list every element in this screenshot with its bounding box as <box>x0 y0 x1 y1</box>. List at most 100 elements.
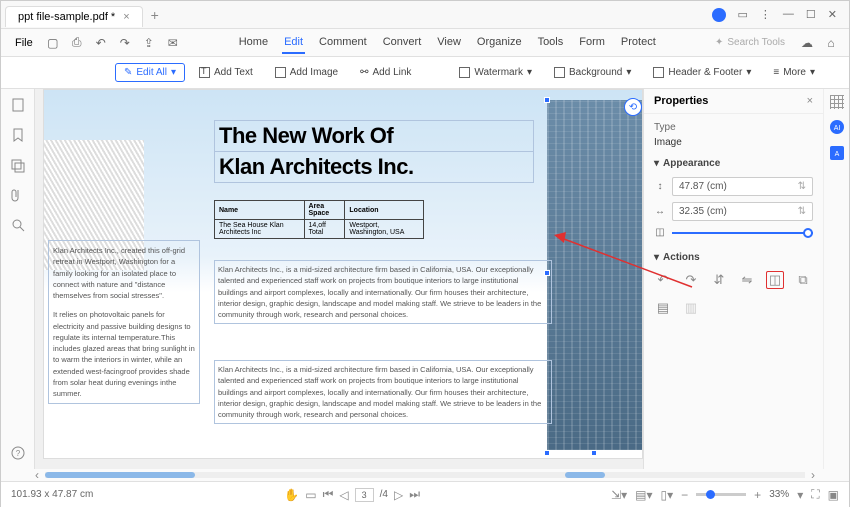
search-tools-input[interactable]: ✦ Search Tools <box>715 37 785 48</box>
cloud-icon[interactable]: ☁ <box>797 33 817 53</box>
close-tab-icon[interactable]: × <box>123 11 129 23</box>
stepper-icon[interactable]: ⇅ <box>798 206 806 217</box>
search-icon[interactable] <box>10 217 26 233</box>
info-table[interactable]: NameArea SpaceLocation The Sea House Kla… <box>214 200 424 239</box>
hand-tool-icon[interactable]: ✋ <box>284 488 299 502</box>
tab-home[interactable]: Home <box>237 32 270 54</box>
tab-organize[interactable]: Organize <box>475 32 524 54</box>
chevron-down-icon: ▾ <box>654 252 659 263</box>
redo-icon[interactable]: ↷ <box>115 33 135 53</box>
next-page-icon[interactable]: ▷ <box>394 488 403 502</box>
body-text-2[interactable]: Klan Architects Inc., is a mid-sized arc… <box>214 360 552 424</box>
window-panel-icon[interactable]: ▭ <box>738 8 748 22</box>
appearance-section-toggle[interactable]: ▾Appearance <box>654 158 813 169</box>
opacity-slider[interactable] <box>672 232 813 234</box>
selection-handle[interactable] <box>544 450 550 456</box>
add-image-button[interactable]: Add Image <box>267 64 346 81</box>
rotate-left-icon[interactable]: ↶ <box>654 271 672 289</box>
scrollbar-thumb[interactable] <box>45 472 195 478</box>
last-page-icon[interactable]: ⏭ <box>409 487 420 502</box>
help-icon[interactable]: ? <box>10 445 26 461</box>
save-icon[interactable]: ▢ <box>43 33 63 53</box>
zoom-out-icon[interactable]: − <box>681 488 688 502</box>
thumbnail-icon[interactable] <box>10 97 26 113</box>
left-column-text[interactable]: Klan Architects Inc., created this off-g… <box>48 240 200 404</box>
align-icon[interactable]: ▤ <box>654 299 672 317</box>
slider-thumb[interactable] <box>803 228 813 238</box>
chevron-down-icon[interactable]: ▾ <box>797 488 803 502</box>
prev-page-icon[interactable]: ◁ <box>339 488 348 502</box>
scrollbar-track[interactable] <box>45 472 805 478</box>
tab-view[interactable]: View <box>435 32 463 54</box>
fullscreen-icon[interactable]: ⛶ <box>811 487 819 502</box>
selection-handle[interactable] <box>544 97 550 103</box>
building-right-photo[interactable] <box>547 100 642 450</box>
close-properties-icon[interactable]: × <box>807 95 813 107</box>
replace-image-icon[interactable]: ⧉ <box>794 271 812 289</box>
flip-vertical-icon[interactable]: ⇵ <box>710 271 728 289</box>
print-icon[interactable]: ⎙ <box>67 33 87 53</box>
window-menu-icon[interactable]: ⋮ <box>760 8 771 22</box>
file-menu[interactable]: File <box>9 33 39 53</box>
window-maximize-icon[interactable]: ☐ <box>806 8 816 22</box>
scroll-right-icon[interactable]: › <box>811 468 815 482</box>
zoom-slider[interactable] <box>696 493 746 496</box>
tab-edit[interactable]: Edit <box>282 32 305 54</box>
width-value: 32.35 (cm) <box>679 206 727 217</box>
tab-comment[interactable]: Comment <box>317 32 369 54</box>
first-page-icon[interactable]: ⏮ <box>323 487 334 502</box>
email-icon[interactable]: ✉ <box>163 33 183 53</box>
tab-convert[interactable]: Convert <box>381 32 424 54</box>
add-link-button[interactable]: ⚯ Add Link <box>352 64 419 81</box>
bookmark-icon[interactable] <box>10 127 26 143</box>
tab-protect[interactable]: Protect <box>619 32 658 54</box>
tab-tools[interactable]: Tools <box>536 32 566 54</box>
background-label: Background <box>569 67 622 78</box>
selection-handle[interactable] <box>591 450 597 456</box>
presentation-icon[interactable]: ▣ <box>828 488 839 502</box>
ai-assist-icon[interactable]: AI <box>829 119 845 135</box>
stepper-icon[interactable]: ⇅ <box>798 181 806 192</box>
chevron-down-icon: ▾ <box>746 67 751 78</box>
scrollbar-thumb[interactable] <box>565 472 605 478</box>
crop-icon[interactable]: ◫ <box>766 271 784 289</box>
flip-horizontal-icon[interactable]: ⇋ <box>738 271 756 289</box>
actions-section-toggle[interactable]: ▾Actions <box>654 252 813 263</box>
watermark-button[interactable]: Watermark ▾ <box>451 64 540 81</box>
user-avatar-icon[interactable] <box>712 8 726 22</box>
window-minimize-icon[interactable]: — <box>783 8 794 22</box>
headline-block[interactable]: The New Work Of Klan Architects Inc. <box>214 120 534 183</box>
distribute-icon: ▥ <box>682 299 700 317</box>
height-input[interactable]: 47.87 (cm)⇅ <box>672 177 813 196</box>
fit-width-icon[interactable]: ⇲▾ <box>611 488 627 502</box>
select-tool-icon[interactable]: ▭ <box>305 488 316 502</box>
attachment-icon[interactable] <box>10 187 26 203</box>
tab-form[interactable]: Form <box>577 32 607 54</box>
header-footer-button[interactable]: Header & Footer ▾ <box>645 64 759 81</box>
panel-toggle-icon[interactable] <box>830 95 844 109</box>
share-icon[interactable]: ⇪ <box>139 33 159 53</box>
add-tab-icon[interactable]: + <box>151 7 159 23</box>
header-footer-icon <box>653 67 664 78</box>
read-mode-icon[interactable]: ▤▾ <box>635 488 652 502</box>
more-button[interactable]: ≡ More ▾ <box>765 64 823 81</box>
rotate-right-icon[interactable]: ↷ <box>682 271 700 289</box>
width-input[interactable]: 32.35 (cm) ⇅ <box>672 202 813 221</box>
home-icon[interactable]: ⌂ <box>821 33 841 53</box>
body-text-1[interactable]: Klan Architects Inc., is a mid-sized arc… <box>214 260 552 324</box>
translate-icon[interactable]: A <box>829 145 845 161</box>
document-tab[interactable]: ppt file-sample.pdf * × <box>5 6 143 27</box>
edit-all-button[interactable]: ✎ Edit All ▾ <box>115 63 185 82</box>
scroll-left-icon[interactable]: ‹ <box>35 468 39 482</box>
document-canvas[interactable]: ⟲ The New Work Of Klan Architects Inc. N… <box>35 89 643 469</box>
single-page-icon[interactable]: ▯▾ <box>661 488 674 502</box>
window-close-icon[interactable]: ✕ <box>828 8 837 22</box>
undo-icon[interactable]: ↶ <box>91 33 111 53</box>
background-button[interactable]: Background ▾ <box>546 64 639 81</box>
zoom-in-icon[interactable]: + <box>754 488 761 502</box>
page-input[interactable]: 3 <box>355 488 374 502</box>
rotate-handle[interactable]: ⟲ <box>624 98 642 116</box>
layers-icon[interactable] <box>10 157 26 173</box>
horizontal-scrollbar[interactable]: ‹ › <box>1 469 849 481</box>
add-text-button[interactable]: T Add Text <box>191 64 261 81</box>
